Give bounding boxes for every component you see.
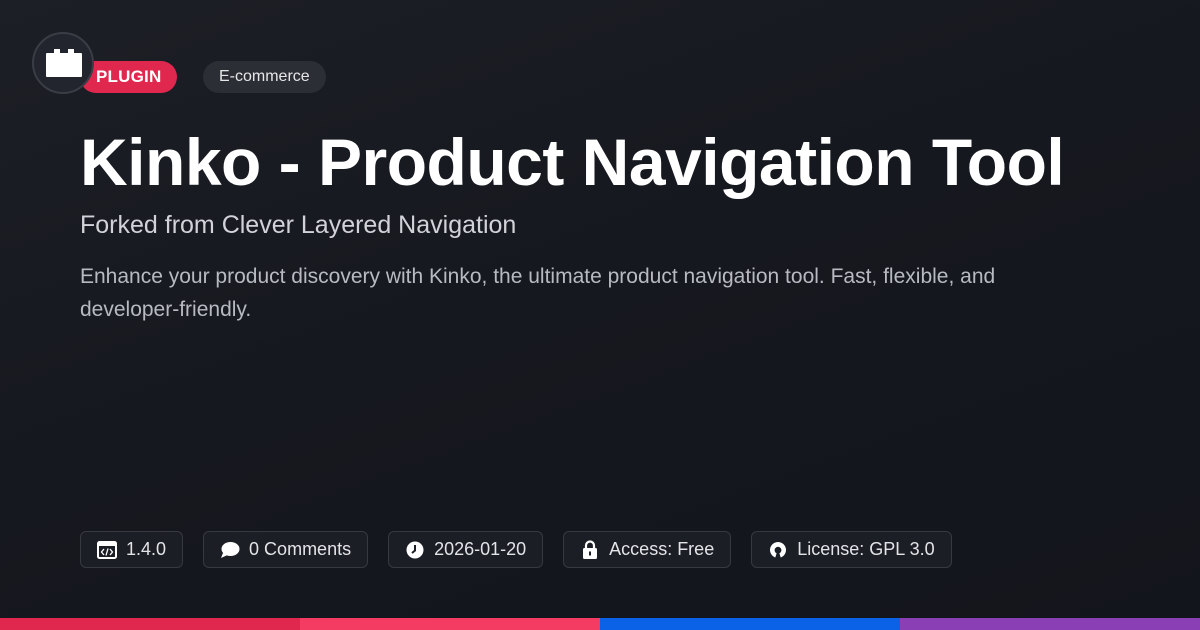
date-text: 2026-01-20	[434, 539, 527, 559]
date-pill: 2026-01-20	[388, 531, 544, 568]
page-subtitle: Forked from Clever Layered Navigation	[80, 211, 517, 239]
license-text: License: GPL 3.0	[797, 539, 935, 559]
open-source-icon	[768, 540, 788, 560]
license-pill[interactable]: License: GPL 3.0	[751, 531, 952, 568]
bar-segment	[0, 618, 300, 630]
category-badge[interactable]: E-commerce	[203, 61, 326, 93]
code-window-icon	[97, 540, 117, 560]
comments-text: 0 Comments	[249, 539, 352, 559]
speech-bubble-icon	[220, 540, 240, 560]
bar-segment	[600, 618, 900, 630]
comments-pill[interactable]: 0 Comments	[203, 531, 369, 568]
bar-segment	[300, 618, 600, 630]
version-text: 1.4.0	[126, 539, 167, 559]
accent-color-bar	[0, 618, 1200, 630]
bar-segment	[900, 618, 1200, 630]
access-pill: Access: Free	[563, 531, 732, 568]
access-text: Access: Free	[609, 539, 715, 559]
page-description: Enhance your product discovery with Kink…	[80, 265, 996, 321]
meta-row: 1.4.0 0 Comments 2026-01-20 Access: Free…	[80, 531, 952, 568]
plugin-block-icon	[46, 49, 82, 77]
page-title: Kinko - Product Navigation Tool	[80, 125, 1065, 199]
plugin-logo	[32, 32, 94, 94]
padlock-icon	[580, 540, 600, 560]
clock-icon	[405, 540, 425, 560]
version-pill: 1.4.0	[80, 531, 184, 568]
type-badge[interactable]: PLUGIN	[80, 61, 178, 93]
